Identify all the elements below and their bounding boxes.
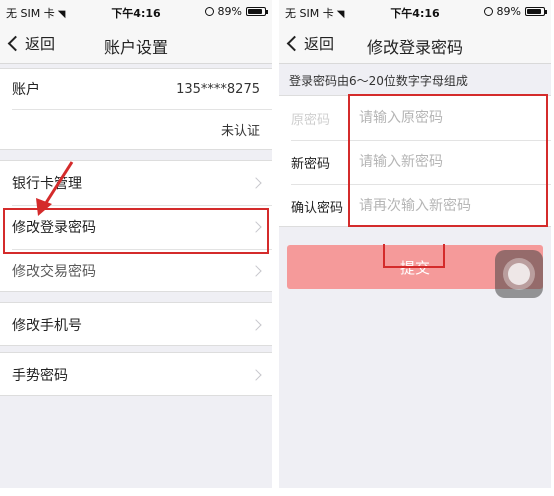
- verify-status: 未认证: [220, 123, 260, 139]
- chevron-right-icon: [250, 221, 262, 233]
- confirm-password-row: 确认密码: [279, 184, 551, 228]
- new-password-row: 新密码: [279, 140, 551, 184]
- password-hint: 登录密码由6～20位数字字母组成: [289, 74, 468, 88]
- old-password-input[interactable]: [359, 103, 541, 133]
- menu-item-change-phone[interactable]: 修改手机号: [0, 303, 272, 347]
- annotation-arrow: [36, 161, 74, 216]
- battery-icon: [525, 7, 547, 16]
- battery-percent: 89%: [496, 5, 521, 18]
- confirm-password-label: 确认密码: [291, 200, 344, 216]
- screen-gap: [272, 0, 279, 496]
- page-title: 修改登录密码: [366, 38, 463, 57]
- menu-item-change-trade-password[interactable]: 修改交易密码: [0, 249, 272, 293]
- old-password-label: 原密码: [291, 112, 331, 128]
- nav-bar: 返回 账户设置: [0, 24, 272, 64]
- menu-item-label: 手势密码: [12, 368, 68, 384]
- battery-icon: [246, 7, 268, 16]
- chevron-right-icon: [250, 177, 262, 189]
- new-password-label: 新密码: [291, 156, 331, 172]
- phone-group: 修改手机号: [0, 302, 272, 346]
- rotation-lock-icon: [483, 7, 493, 16]
- chevron-right-icon: [250, 369, 262, 381]
- menu-item-gesture-password[interactable]: 手势密码: [0, 353, 272, 397]
- rotation-lock-icon: [204, 7, 214, 16]
- gesture-group: 手势密码: [0, 352, 272, 396]
- password-form: 原密码 新密码 确认密码: [279, 95, 551, 227]
- chevron-right-icon: [250, 265, 262, 277]
- account-settings-screen: 无 SIM 卡 ◥ 下午4:16 89% 返回 账户设置 账户 135****82…: [0, 0, 272, 488]
- chevron-right-icon: [250, 319, 262, 331]
- confirm-password-input[interactable]: [359, 191, 541, 221]
- old-password-row: 原密码: [279, 96, 551, 140]
- menu-item-label: 修改交易密码: [12, 264, 96, 280]
- assistive-touch-button[interactable]: [495, 250, 543, 298]
- account-group: 账户 135****8275 未认证: [0, 68, 272, 150]
- menu-item-label: 修改登录密码: [12, 220, 96, 236]
- assistive-touch-icon: [508, 263, 530, 285]
- battery-percent: 89%: [217, 5, 242, 18]
- nav-bar: 返回 修改登录密码: [279, 24, 551, 64]
- page-title: 账户设置: [103, 38, 168, 57]
- new-password-input[interactable]: [359, 147, 541, 177]
- account-row: 账户 135****8275: [0, 69, 272, 109]
- menu-item-label: 修改手机号: [12, 318, 82, 334]
- account-label: 账户: [12, 82, 40, 98]
- status-bar: 无 SIM 卡 ◥ 下午4:16 89%: [0, 0, 272, 24]
- status-bar: 无 SIM 卡 ◥ 下午4:16 89%: [279, 0, 551, 24]
- account-value: 135****8275: [176, 81, 260, 97]
- verify-row[interactable]: 未认证: [0, 109, 272, 149]
- change-password-screen: 无 SIM 卡 ◥ 下午4:16 89% 返回 修改登录密码 登录密码由6～20位…: [279, 0, 551, 488]
